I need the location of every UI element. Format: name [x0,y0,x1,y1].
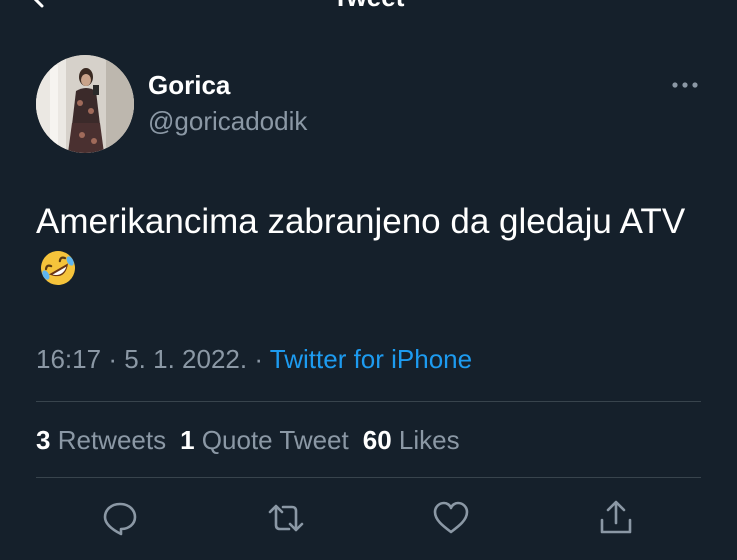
rolling-on-floor-laughing-emoji [41,251,75,285]
avatar[interactable] [36,55,134,153]
likes-stat[interactable]: 60 Likes [363,425,460,455]
tweet-body: Amerikancima zabranjeno da gledaju ATV [36,202,686,241]
like-icon[interactable] [431,498,471,538]
tweet-date: 5. 1. 2022. [124,344,248,374]
engagement-stats: 3 Retweets 1 Quote Tweet 60 Likes [36,424,460,456]
share-icon[interactable] [596,498,636,538]
tweet-metadata: 16:17 · 5. 1. 2022. · Twitter for iPhone [36,343,472,375]
author-name[interactable]: Gorica [148,70,230,100]
separator: · [108,344,117,374]
author-handle[interactable]: @goricadodik [148,106,307,136]
retweets-stat[interactable]: 3 Retweets [36,425,166,455]
more-dots-icon[interactable] [670,78,700,92]
avatar-photo [36,55,134,153]
action-bar [0,498,737,538]
retweets-label: Retweets [57,425,167,455]
divider [36,401,701,402]
likes-count: 60 [362,425,392,455]
tweet-text: Amerikancima zabranjeno da gledaju ATV [36,198,696,292]
top-bar: Tweet [0,0,737,10]
quotes-stat[interactable]: 1 Quote Tweet [180,425,349,455]
quotes-count: 1 [180,425,195,455]
page-title: Tweet [0,0,737,10]
retweets-count: 3 [36,425,51,455]
tweet-time: 16:17 [36,344,102,374]
reply-icon[interactable] [100,498,140,538]
quotes-label: Quote Tweet [201,425,349,455]
divider [36,477,701,478]
retweet-icon[interactable] [266,498,306,538]
separator: · [254,344,264,374]
tweet-source-link[interactable]: Twitter for iPhone [270,344,472,374]
likes-label: Likes [398,425,460,455]
